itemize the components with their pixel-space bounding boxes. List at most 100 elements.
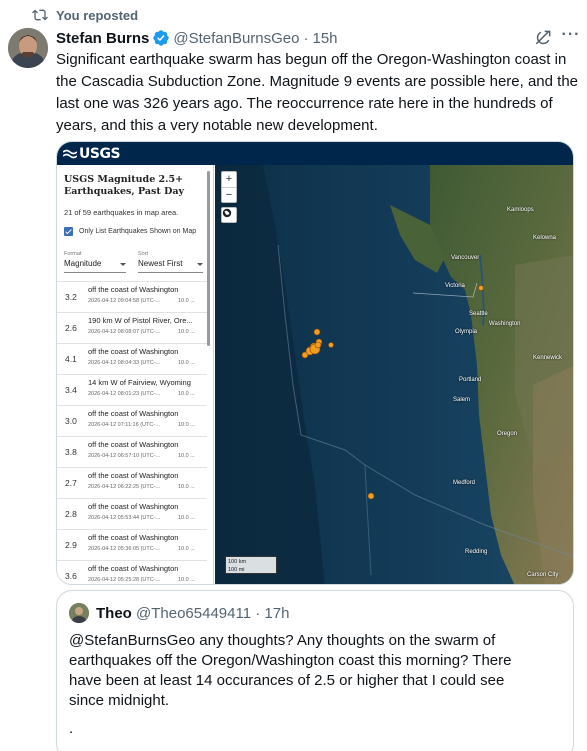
map-terrain bbox=[215, 165, 573, 584]
sort-select[interactable]: Sort Newest First bbox=[138, 251, 203, 273]
eq-time: 2026-04-12 06:22:25 (UTC-... bbox=[88, 484, 161, 490]
map-label-carson-city: Carson City bbox=[527, 572, 559, 578]
eq-count-text: 21 of 59 earthquakes in map area. bbox=[64, 208, 179, 217]
eq-depth: 10.0 ... bbox=[178, 515, 195, 521]
zoom-control: + − bbox=[221, 171, 237, 203]
sort-value: Newest First bbox=[138, 259, 183, 268]
eq-time: 2026-04-12 08:04:33 (UTC-... bbox=[88, 360, 161, 366]
author-handle[interactable]: @StefanBurnsGeo bbox=[173, 30, 299, 47]
eq-place: 190 km W of Pistol River, Ore... bbox=[88, 316, 193, 325]
basemap-globe-button[interactable] bbox=[221, 207, 237, 223]
only-list-shown-toggle[interactable]: Only List Earthquakes Shown on Map bbox=[64, 227, 196, 236]
earthquake-row[interactable]: 2.7 off the coast of Washington 2026-04-12… bbox=[57, 467, 207, 498]
eq-time: 2026-04-12 09:04:58 (UTC-... bbox=[88, 298, 161, 304]
earthquake-row[interactable]: 4.1 off the coast of Washington 2026-04-12… bbox=[57, 343, 207, 374]
author-name[interactable]: Stefan Burns bbox=[56, 30, 149, 47]
eq-title-line2: Earthquakes, Past Day bbox=[64, 186, 184, 197]
format-select[interactable]: Format Magnitude bbox=[64, 251, 126, 273]
eq-depth: 10.0 ... bbox=[178, 422, 195, 428]
quoted-tweet[interactable]: Theo @Theo65449411 · 17h @StefanBurnsGeo… bbox=[56, 590, 574, 751]
map-label-salem: Salem bbox=[453, 397, 471, 403]
map-label-olympia: Olympia bbox=[455, 329, 478, 335]
quote-author-name[interactable]: Theo bbox=[96, 605, 132, 622]
map-label-washington: Washington bbox=[489, 321, 521, 327]
tweet-timestamp[interactable]: 15h bbox=[313, 30, 338, 47]
earthquake-row[interactable]: 2.9 off the coast of Washington 2026-04-12… bbox=[57, 529, 207, 560]
map-label-vancouver: Vancouver bbox=[451, 255, 480, 261]
earthquake-map[interactable]: Kamloops Kelowna Vancouver Victoria Seat… bbox=[215, 165, 573, 584]
chevron-down-icon bbox=[197, 263, 203, 266]
eq-time: 2026-04-12 07:11:16 (UTC-... bbox=[88, 422, 160, 428]
earthquake-row[interactable]: 3.0 off the coast of Washington 2026-04-12… bbox=[57, 405, 207, 436]
format-caption: Format bbox=[64, 251, 82, 257]
eq-depth: 10.0 ... bbox=[178, 577, 195, 583]
earthquake-row[interactable]: 3.8 off the coast of Washington 2026-04-12… bbox=[57, 436, 207, 467]
verified-badge-icon[interactable] bbox=[152, 29, 170, 47]
only-list-label: Only List Earthquakes Shown on Map bbox=[79, 228, 197, 235]
eq-magnitude: 3.0 bbox=[65, 416, 77, 426]
map-label-oregon: Oregon bbox=[497, 431, 518, 437]
tweet-media-image[interactable]: USGS USGS Magnitude 2.5+ Earthquakes, Pa… bbox=[56, 141, 574, 585]
quote-timestamp[interactable]: 17h bbox=[264, 605, 289, 622]
tweet-header: Stefan Burns @StefanBurnsGeo · 15h bbox=[56, 28, 579, 48]
more-options-icon[interactable]: ··· bbox=[561, 27, 581, 48]
eq-magnitude: 2.7 bbox=[65, 478, 77, 488]
eq-depth: 10.0 ... bbox=[178, 298, 195, 304]
repost-icon bbox=[32, 9, 48, 21]
usgs-logo-text: USGS bbox=[79, 145, 121, 162]
earthquake-row[interactable]: 3.2 off the coast of Washington 2026-04-12… bbox=[57, 281, 207, 312]
map-scale: 100 km 100 mi bbox=[225, 556, 277, 574]
usgs-header-bar: USGS bbox=[57, 142, 573, 165]
separator-dot: · bbox=[303, 29, 309, 47]
eq-time: 2026-04-12 08:08:07 (UTC-... bbox=[88, 329, 161, 335]
eq-time: 2026-04-12 05:53:44 (UTC-... bbox=[88, 515, 161, 521]
map-label-redding: Redding bbox=[465, 549, 488, 555]
eq-magnitude: 3.8 bbox=[65, 447, 77, 457]
quote-author-avatar[interactable] bbox=[69, 603, 89, 623]
usgs-wave-icon bbox=[63, 149, 77, 158]
eq-depth: 10.0 ... bbox=[178, 546, 195, 552]
tweet-text: Significant earthquake swarm has begun o… bbox=[56, 51, 583, 134]
map-label-medford: Medford bbox=[453, 480, 476, 486]
grok-icon[interactable] bbox=[533, 28, 553, 48]
sort-caption: Sort bbox=[138, 251, 149, 257]
zoom-out-button[interactable]: − bbox=[222, 187, 236, 202]
map-label-seattle: Seattle bbox=[469, 311, 488, 317]
scale-mi: 100 mi bbox=[228, 567, 245, 573]
earthquake-row[interactable]: 2.6 190 km W of Pistol River, Ore... 2026-… bbox=[57, 312, 207, 343]
zoom-in-button[interactable]: + bbox=[222, 172, 236, 187]
eq-panel-title: USGS Magnitude 2.5+ Earthquakes, Past Da… bbox=[64, 174, 204, 198]
eq-magnitude: 3.4 bbox=[65, 385, 77, 395]
map-label-portland: Portland bbox=[459, 377, 482, 383]
eq-magnitude: 3.2 bbox=[65, 292, 77, 302]
separator-dot: · bbox=[255, 605, 261, 622]
earthquake-row[interactable]: 3.6 off the coast of Washington 2026-04-12… bbox=[57, 560, 207, 584]
usgs-logo: USGS bbox=[63, 145, 121, 162]
earthquake-row[interactable]: 3.4 14 km W of Fairview, Wyoming 2026-04-1… bbox=[57, 374, 207, 405]
eq-depth: 10.0 ... bbox=[178, 360, 195, 366]
eq-magnitude: 2.6 bbox=[65, 323, 77, 333]
earthquake-row[interactable]: 2.8 off the coast of Washington 2026-04-12… bbox=[57, 498, 207, 529]
eq-time: 2026-04-12 08:01:23 (UTC-... bbox=[88, 391, 161, 397]
quote-author-handle[interactable]: @Theo65449411 bbox=[136, 605, 251, 622]
eq-depth: 10.0 ... bbox=[178, 453, 195, 459]
eq-place: off the coast of Washington bbox=[88, 502, 179, 511]
eq-time: 2026-04-12 06:57:10 (UTC-... bbox=[88, 453, 161, 459]
eq-magnitude: 2.9 bbox=[65, 540, 77, 550]
eq-place: off the coast of Washington bbox=[88, 409, 179, 418]
earthquake-list-panel: USGS Magnitude 2.5+ Earthquakes, Past Da… bbox=[57, 165, 214, 584]
eq-place: off the coast of Washington bbox=[88, 285, 179, 294]
map-label-kelowna: Kelowna bbox=[533, 235, 557, 241]
eq-place: off the coast of Washington bbox=[88, 440, 179, 449]
globe-icon bbox=[222, 208, 232, 218]
eq-magnitude: 3.6 bbox=[65, 571, 77, 581]
eq-place: off the coast of Washington bbox=[88, 471, 179, 480]
list-scrollbar[interactable] bbox=[207, 171, 210, 346]
author-photo bbox=[8, 28, 48, 68]
eq-depth: 10.0 ... bbox=[178, 484, 195, 490]
eq-magnitude: 2.8 bbox=[65, 509, 77, 519]
only-list-checkbox[interactable] bbox=[64, 227, 73, 236]
author-avatar[interactable] bbox=[8, 28, 48, 68]
eq-title-line1: USGS Magnitude 2.5+ bbox=[64, 174, 184, 185]
eq-time: 2026-04-12 05:25:28 (UTC-... bbox=[88, 577, 161, 583]
